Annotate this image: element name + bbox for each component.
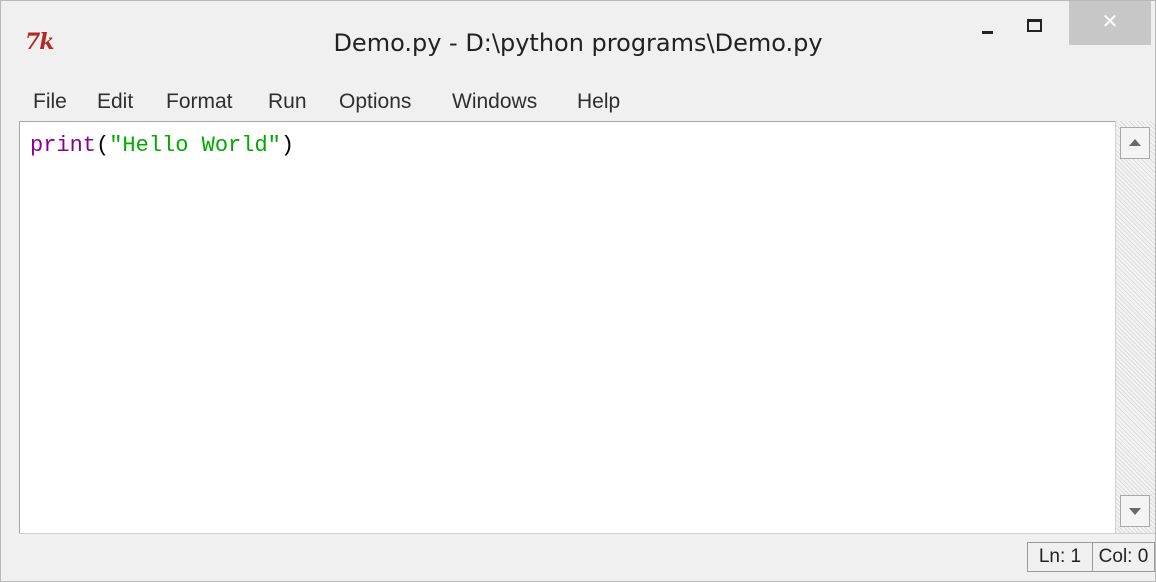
menu-bar: File Edit Format Run Options Windows Hel… — [1, 85, 1155, 119]
idle-editor-window: 7k Demo.py - D:\python programs\Demo.py … — [0, 0, 1156, 582]
menu-format[interactable]: Format — [166, 85, 233, 119]
menu-edit[interactable]: Edit — [97, 85, 133, 119]
code-token-string: "Hello World" — [109, 133, 281, 158]
menu-file[interactable]: File — [33, 85, 67, 119]
code-editor[interactable]: print("Hello World") — [19, 121, 1115, 533]
scroll-up-arrow-icon — [1129, 139, 1141, 146]
close-button[interactable]: ✕ — [1069, 1, 1151, 45]
status-column-number: Col: 0 — [1093, 542, 1155, 572]
status-bar: Ln: 1 Col: 0 — [19, 533, 1155, 581]
maximize-icon — [1027, 19, 1042, 32]
scroll-up-button[interactable] — [1120, 127, 1150, 159]
code-line[interactable]: print("Hello World") — [30, 132, 294, 160]
status-line-number: Ln: 1 — [1027, 542, 1093, 572]
close-icon: ✕ — [1101, 9, 1119, 33]
maximize-button[interactable] — [1012, 1, 1058, 45]
scroll-down-button[interactable] — [1120, 495, 1150, 527]
menu-run[interactable]: Run — [268, 85, 307, 119]
code-token-builtin: print — [30, 133, 97, 158]
menu-help[interactable]: Help — [577, 85, 620, 119]
title-bar[interactable]: 7k Demo.py - D:\python programs\Demo.py … — [1, 1, 1155, 85]
menu-windows[interactable]: Windows — [452, 85, 537, 119]
code-token-paren: ) — [280, 133, 295, 158]
menu-options[interactable]: Options — [339, 85, 411, 119]
scroll-down-arrow-icon — [1129, 508, 1141, 515]
code-token-paren: ( — [96, 133, 110, 158]
vertical-scrollbar[interactable] — [1115, 121, 1155, 533]
minimize-icon — [982, 31, 993, 34]
minimize-button[interactable] — [963, 1, 1011, 45]
